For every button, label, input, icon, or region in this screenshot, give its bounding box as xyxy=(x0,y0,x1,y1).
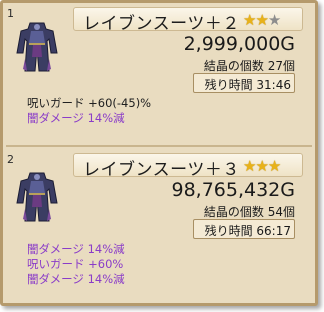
effect-line: 闇ダメージ 14%減 xyxy=(27,272,125,286)
star-icon: ★ xyxy=(243,157,256,175)
armor-suit-icon xyxy=(16,22,58,72)
effect-line: 闇ダメージ 14%減 xyxy=(27,242,125,256)
bazaar-list: 1 レイブンスーツ＋２ ★★★ 2,999,000G 結晶の個数 27個 残り時… xyxy=(0,0,318,306)
list-item[interactable]: 1 レイブンスーツ＋２ ★★★ 2,999,000G 結晶の個数 27個 残り時… xyxy=(3,3,315,145)
crystal-count: 結晶の個数 54個 xyxy=(203,205,295,219)
item-price: 98,765,432G xyxy=(171,179,295,201)
item-name: レイブンスーツ＋３ xyxy=(83,160,240,180)
star-icon: ★ xyxy=(243,11,256,29)
item-price: 2,999,000G xyxy=(183,33,295,55)
effect-line: 闇ダメージ 14%減 xyxy=(27,111,125,125)
effect-line: 呪いガード +60% xyxy=(27,257,124,271)
crystal-count: 結晶の個数 27個 xyxy=(203,59,295,73)
time-left: 残り時間 31:46 xyxy=(204,78,291,92)
star-icon: ★ xyxy=(267,157,281,175)
armor-suit-icon xyxy=(16,172,58,222)
entry-index: 2 xyxy=(7,153,14,166)
star-rating: ★★★ xyxy=(243,11,281,29)
effect-line: 呪いガード +60(-45)% xyxy=(27,96,152,110)
star-icon: ★ xyxy=(267,11,281,29)
star-icon: ★ xyxy=(255,11,268,29)
star-rating: ★★★ xyxy=(243,157,281,175)
time-left: 残り時間 66:17 xyxy=(204,224,291,238)
star-icon: ★ xyxy=(255,157,268,175)
item-name: レイブンスーツ＋２ xyxy=(83,14,240,34)
list-item[interactable]: 2 レイブンスーツ＋３ ★★★ 98,765,432G 結晶の個数 54個 残り… xyxy=(3,147,315,303)
